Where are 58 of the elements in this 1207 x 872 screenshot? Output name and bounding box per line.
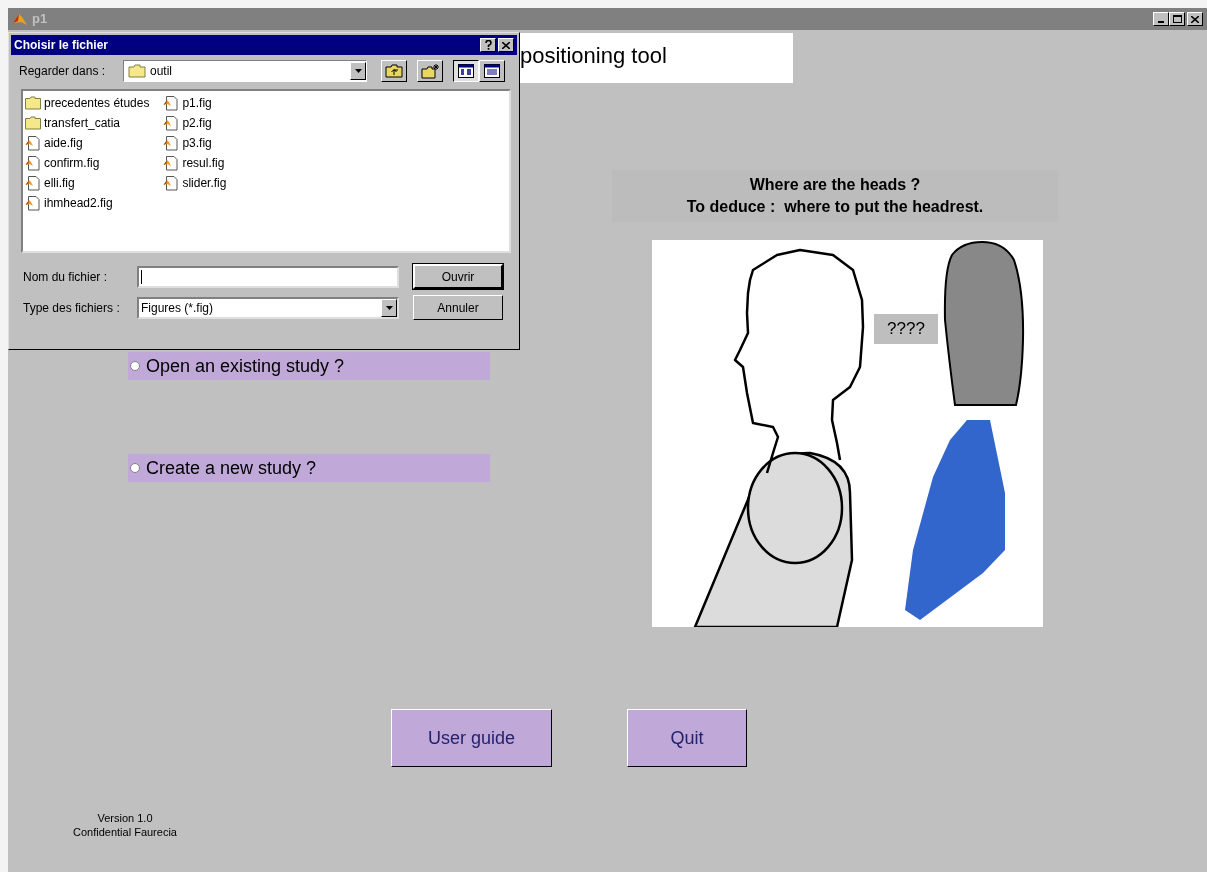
look-in-dropdown[interactable]: outil bbox=[123, 60, 367, 82]
look-in-value: outil bbox=[150, 63, 172, 80]
radio-option[interactable]: Create a new study ? bbox=[128, 454, 490, 482]
folder-icon bbox=[25, 116, 41, 130]
figure-file-icon bbox=[163, 115, 180, 131]
file-type-value: Figures (*.fig) bbox=[141, 299, 214, 317]
file-item[interactable]: p1.fig bbox=[182, 94, 212, 112]
file-item[interactable]: aide.fig bbox=[44, 134, 83, 152]
folder-icon bbox=[25, 96, 41, 110]
file-name-field[interactable] bbox=[137, 265, 399, 288]
open-button[interactable]: Ouvrir bbox=[413, 264, 503, 289]
file-item[interactable]: transfert_catia bbox=[44, 114, 121, 132]
file-type-dropdown[interactable]: Figures (*.fig) bbox=[137, 296, 399, 319]
figure-file-icon bbox=[163, 175, 180, 191]
cancel-button[interactable]: Annuler bbox=[413, 295, 503, 320]
question-text: To deduce : where to put the headrest. bbox=[686, 197, 984, 217]
file-item[interactable]: ihmhead2.fig bbox=[44, 194, 113, 212]
confidential-text: Confidential Faurecia bbox=[73, 825, 177, 839]
file-name-label: Nom du fichier : bbox=[23, 268, 109, 286]
help-button[interactable] bbox=[480, 38, 496, 52]
app-icon bbox=[12, 11, 28, 27]
figure-file-icon bbox=[25, 155, 41, 171]
file-type-label: Type des fichiers : bbox=[23, 299, 121, 317]
new-folder-button[interactable] bbox=[417, 60, 443, 82]
look-in-label: Regarder dans : bbox=[19, 63, 107, 80]
quit-button[interactable]: Quit bbox=[627, 709, 747, 767]
list-view-button[interactable] bbox=[453, 60, 479, 82]
question-text: Where are the heads ? bbox=[749, 175, 921, 195]
maximize-button[interactable] bbox=[1169, 12, 1185, 26]
file-item[interactable]: p3.fig bbox=[182, 134, 212, 152]
minimize-button[interactable] bbox=[1153, 12, 1169, 26]
file-item[interactable]: p2.fig bbox=[182, 114, 212, 132]
close-button[interactable] bbox=[498, 38, 514, 52]
figure-file-icon bbox=[163, 155, 180, 171]
file-item[interactable]: confirm.fig bbox=[44, 154, 100, 172]
figure-file-icon bbox=[163, 95, 180, 111]
file-item[interactable]: resul.fig bbox=[182, 154, 225, 172]
file-item[interactable]: slider.fig bbox=[182, 174, 227, 192]
app-title: positioning tool bbox=[520, 42, 667, 70]
file-item[interactable]: precedentes études bbox=[44, 94, 150, 112]
user-guide-button[interactable]: User guide bbox=[391, 709, 552, 767]
figure-file-icon bbox=[163, 135, 180, 151]
up-folder-button[interactable] bbox=[381, 60, 407, 82]
radio-option[interactable]: Open an existing study ? bbox=[128, 352, 490, 380]
figure-file-icon bbox=[25, 135, 41, 151]
figure-file-icon bbox=[25, 195, 41, 211]
dialog-title: Choisir le fichier bbox=[14, 37, 109, 54]
figure-file-icon bbox=[25, 175, 41, 191]
details-view-button[interactable] bbox=[479, 60, 505, 82]
file-item[interactable]: elli.fig bbox=[44, 174, 75, 192]
window-title: p1 bbox=[32, 10, 48, 29]
close-icon bbox=[502, 41, 510, 49]
close-icon bbox=[1191, 15, 1199, 23]
figure-label: ???? bbox=[874, 314, 938, 344]
close-button[interactable] bbox=[1187, 12, 1203, 26]
version-text: Version 1.0 bbox=[97, 811, 153, 825]
folder-icon bbox=[128, 64, 146, 78]
help-icon bbox=[484, 40, 492, 50]
